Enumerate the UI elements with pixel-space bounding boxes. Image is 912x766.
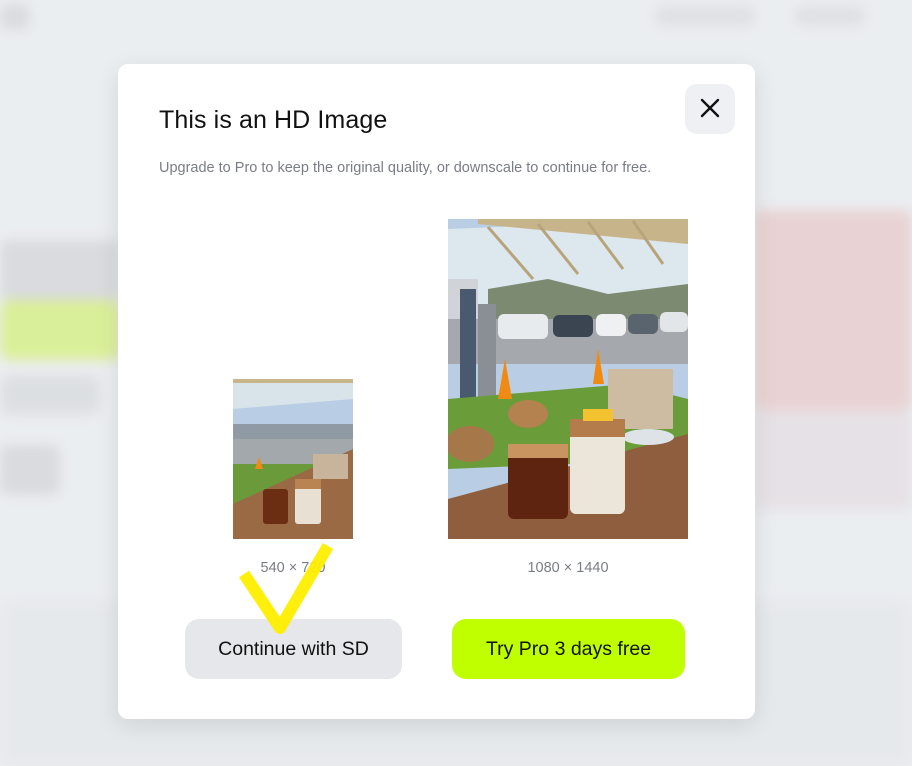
dialog-title: This is an HD Image	[159, 106, 388, 134]
hd-preview-image	[448, 219, 688, 539]
close-button[interactable]	[685, 84, 735, 134]
try-pro-button[interactable]: Try Pro 3 days free	[452, 619, 685, 679]
sd-dimensions-label: 540 × 720	[260, 560, 326, 576]
cafe-photo	[233, 379, 353, 539]
continue-with-sd-button[interactable]: Continue with SD	[185, 619, 402, 679]
hd-dimensions-label: 1080 × 1440	[527, 560, 609, 576]
cafe-photo	[448, 219, 688, 539]
dialog-subtitle: Upgrade to Pro to keep the original qual…	[159, 160, 652, 176]
hd-image-dialog: This is an HD Image Upgrade to Pro to ke…	[118, 64, 755, 719]
sd-preview-image	[233, 379, 353, 539]
close-icon	[700, 98, 720, 121]
